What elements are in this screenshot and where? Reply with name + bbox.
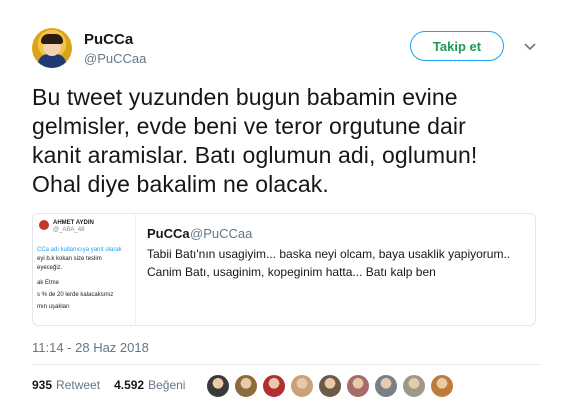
like-label[interactable]: Beğeni [148,378,185,392]
liker-5-avatar[interactable] [318,374,342,398]
avatar-body-shape [38,54,66,68]
author-handle[interactable]: @PuCCaa [84,51,146,66]
avatar-hair-shape [41,34,63,44]
tweet-timestamp[interactable]: 11:14 - 28 Haz 2018 [32,340,149,355]
thumb-line-2: eyi b.k kokan size teslim [37,256,102,262]
thumb-line-1: CCa adı kullanıcıya yanıt olarak [37,247,122,253]
retweet-count[interactable]: 935 [32,378,52,392]
liker-2-avatar[interactable] [234,374,258,398]
author-avatar[interactable] [32,28,72,68]
quoted-tweet-card[interactable]: AHMET AYDIN @_ABA_48 CCa adı kullanıcıya… [32,213,536,326]
liker-3-avatar[interactable] [262,374,286,398]
thumb-line-6: mın uşakları [37,304,70,310]
thumb-author: AHMET AYDIN [53,220,94,226]
more-options-caret[interactable] [521,39,539,55]
liker-1-avatar[interactable] [206,374,230,398]
liker-9-avatar[interactable] [430,374,454,398]
thumb-line-4: ak Etme [37,280,60,286]
liker-4-avatar[interactable] [290,374,314,398]
thumb-handle: @_ABA_48 [53,227,85,233]
quoted-author-handle: @PuCCaa [190,226,253,241]
liker-8-avatar[interactable] [402,374,426,398]
chevron-down-icon [524,43,536,51]
thumb-avatar [39,220,49,230]
retweet-label[interactable]: Retweet [56,378,100,392]
thumb-line-3: eyeceğiz. [37,265,63,271]
like-count[interactable]: 4.592 [114,378,144,392]
tweet-text: Bu tweet yuzunden bugun babamin evine ge… [32,84,478,197]
liker-7-avatar[interactable] [374,374,398,398]
quoted-tweet-text: Tabii Batı'nın usagiyim... baska neyi ol… [147,247,511,279]
author-name[interactable]: PuCCa [84,31,133,48]
tweet-stats: 935 Retweet 4.592 Beğeni [32,378,185,392]
stats-divider [32,364,542,365]
follow-button[interactable]: Takip et [410,31,504,61]
thumb-line-5: s % de 20 lerde kalacaksınız [37,292,114,298]
liker-6-avatar[interactable] [346,374,370,398]
liker-avatars [206,374,458,398]
quoted-author-name: PuCCa [147,226,190,241]
quoted-tweet-image[interactable]: AHMET AYDIN @_ABA_48 CCa adı kullanıcıya… [33,214,136,325]
